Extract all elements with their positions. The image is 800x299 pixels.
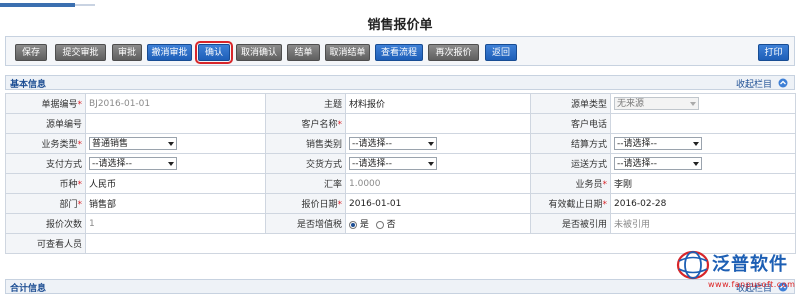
biz-type-label: 业务类型* <box>5 133 86 154</box>
view-flow-button[interactable]: 查看流程 <box>375 44 423 61</box>
salesman-label: 业务员* <box>530 173 611 194</box>
chevron-down-icon <box>428 162 434 166</box>
print-button[interactable]: 打印 <box>758 44 789 61</box>
sales-category-select[interactable]: --请选择-- <box>349 137 437 150</box>
chevron-down-icon <box>693 162 699 166</box>
salesman-field[interactable]: 李刚 <box>610 173 796 194</box>
customer-label: 客户名称* <box>265 113 346 134</box>
submit-approval-button[interactable]: 提交审批 <box>55 44 106 61</box>
source-type-select[interactable]: 无来源 <box>614 97 699 110</box>
ship-method-select[interactable]: --请选择-- <box>614 157 702 170</box>
sales-category-label: 销售类别 <box>265 133 346 154</box>
rate-label: 汇率 <box>265 173 346 194</box>
customer-phone-label: 客户电话 <box>530 113 611 134</box>
basic-info-header: 基本信息 收起栏目 <box>5 75 795 90</box>
progress-fill <box>0 3 75 7</box>
delivery-method-select[interactable]: --请选择-- <box>349 157 437 170</box>
pay-method-label: 支付方式 <box>5 153 86 174</box>
action-toolbar: 保存 提交审批 审批 撤消审批 确认 取消确认 结单 取消结单 查看流程 再次报… <box>5 36 795 66</box>
cancel-close-button[interactable]: 取消结单 <box>325 44 370 61</box>
brand-name: 泛普软件 <box>712 254 788 275</box>
back-button[interactable]: 返回 <box>485 44 517 61</box>
quote-date-field[interactable]: 2016-01-01 <box>345 193 531 214</box>
close-order-button[interactable]: 结单 <box>287 44 320 61</box>
doc-no-label: 单据编号* <box>5 93 86 114</box>
quote-count-label: 报价次数 <box>5 213 86 234</box>
form-row: 单据编号* BJ2016-01-01 主题 材料报价 源单类型 无来源 <box>5 93 796 114</box>
settle-method-select[interactable]: --请选择-- <box>614 137 702 150</box>
customer-field[interactable] <box>345 113 531 134</box>
vat-no-radio[interactable] <box>375 220 384 229</box>
biz-type-select[interactable]: 普通销售 <box>89 137 177 150</box>
ship-method-label: 运送方式 <box>530 153 611 174</box>
form-row: 部门* 销售部 报价日期* 2016-01-01 有效截止日期* 2016-02… <box>5 193 796 214</box>
chevron-down-icon <box>428 142 434 146</box>
pay-method-select[interactable]: --请选择-- <box>89 157 177 170</box>
page-title: 销售报价单 <box>367 18 433 33</box>
vat-label: 是否增值税 <box>265 213 346 234</box>
referenced-label: 是否被引用 <box>530 213 611 234</box>
confirm-button[interactable]: 确认 <box>195 41 233 64</box>
form-row: 币种* 人民币 汇率 1.0000 业务员* 李刚 <box>5 173 796 194</box>
requote-button[interactable]: 再次报价 <box>428 44 479 61</box>
dept-label: 部门* <box>5 193 86 214</box>
delivery-method-label: 交货方式 <box>265 153 346 174</box>
subject-field[interactable]: 材料报价 <box>345 93 531 114</box>
save-button[interactable]: 保存 <box>15 44 47 61</box>
approve-button[interactable]: 审批 <box>112 44 142 61</box>
vat-yes-radio[interactable] <box>349 220 357 229</box>
revoke-approval-button[interactable]: 撤消审批 <box>147 44 192 61</box>
collapse-arrow-icon[interactable] <box>778 78 788 88</box>
source-no-field[interactable] <box>85 113 266 134</box>
subject-label: 主题 <box>265 93 346 114</box>
chevron-down-icon <box>168 162 174 166</box>
cancel-confirm-button[interactable]: 取消确认 <box>236 44 282 61</box>
basic-info-title: 基本信息 <box>10 80 47 90</box>
viewers-label: 可查看人员 <box>5 233 86 254</box>
total-info-title: 合计信息 <box>10 284 47 294</box>
top-loading-bar <box>0 0 800 10</box>
quote-date-label: 报价日期* <box>265 193 346 214</box>
form-row: 支付方式 --请选择-- 交货方式 --请选择-- 运送方式 --请选择-- <box>5 153 796 174</box>
valid-until-field[interactable]: 2016-02-28 <box>610 193 796 214</box>
customer-phone-field[interactable] <box>610 113 796 134</box>
settle-method-label: 结算方式 <box>530 133 611 154</box>
chevron-down-icon <box>168 142 174 146</box>
progress-track <box>75 4 95 6</box>
basic-info-form: 单据编号* BJ2016-01-01 主题 材料报价 源单类型 无来源 源单编号… <box>5 93 796 254</box>
referenced-field: 未被引用 <box>610 213 796 234</box>
currency-label: 币种* <box>5 173 86 194</box>
doc-no-field[interactable]: BJ2016-01-01 <box>85 93 266 114</box>
fanpu-logo: 泛普软件 www.fanpusoft.com <box>672 246 797 296</box>
chevron-down-icon <box>690 102 696 106</box>
basic-info-collapse-link[interactable]: 收起栏目 <box>736 77 772 90</box>
vat-yes-label[interactable]: 是 <box>360 220 369 230</box>
valid-until-label: 有效截止日期* <box>530 193 611 214</box>
form-row: 源单编号 客户名称* 客户电话 <box>5 113 796 134</box>
chevron-down-icon <box>693 142 699 146</box>
form-row: 业务类型* 普通销售 销售类别 --请选择-- 结算方式 --请选择-- <box>5 133 796 154</box>
rate-field[interactable]: 1.0000 <box>345 173 531 194</box>
form-row: 报价次数 1 是否增值税 是 否 是否被引用 未被引用 <box>5 213 796 234</box>
source-no-label: 源单编号 <box>5 113 86 134</box>
source-type-label: 源单类型 <box>530 93 611 114</box>
dept-field[interactable]: 销售部 <box>85 193 266 214</box>
currency-field[interactable]: 人民币 <box>85 173 266 194</box>
quote-count-field: 1 <box>85 213 266 234</box>
vat-no-label[interactable]: 否 <box>387 220 396 230</box>
vat-field: 是 否 <box>345 213 531 234</box>
brand-url: www.fanpusoft.com <box>708 280 796 289</box>
globe-logo-icon <box>676 250 710 280</box>
